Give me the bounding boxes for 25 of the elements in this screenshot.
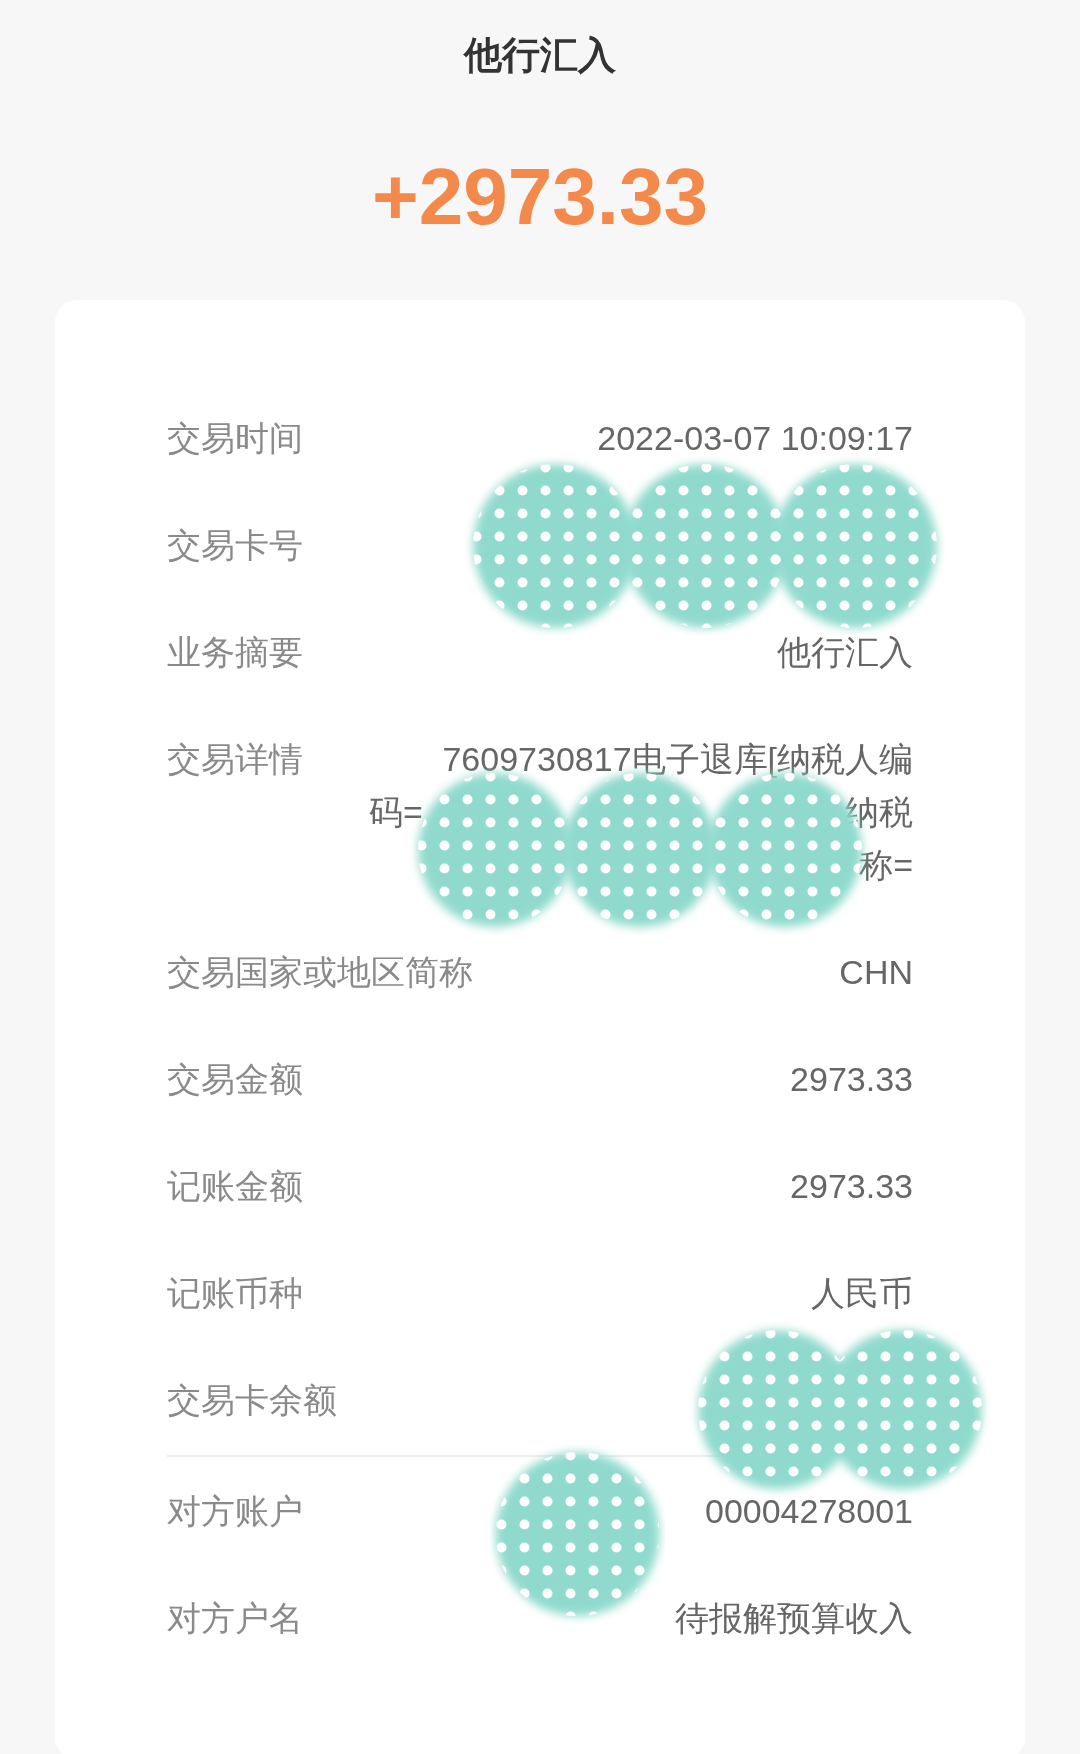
field-value: 2022-03-07 10:09:17 [597, 418, 913, 459]
field-value: 称= [859, 845, 913, 886]
field-label: 业务摘要 [167, 632, 303, 673]
field-value: 00004278001 [705, 1491, 913, 1532]
field-label: 交易卡号 [167, 525, 303, 566]
field-label: 交易国家或地区简称 [167, 952, 473, 993]
field-value: 2973.33 [790, 1059, 913, 1100]
field-value: 人民币 [811, 1273, 913, 1314]
field-label: 记账金额 [167, 1166, 303, 1207]
field-label: 对方账户 [167, 1491, 303, 1532]
field-value: 待报解预算收入 [675, 1598, 913, 1639]
field-value: 码= [369, 792, 423, 833]
field-value: 2973.33 [790, 1166, 913, 1207]
field-value: CHN [839, 952, 913, 993]
field-value: 7609730817电子退库[纳税人编 [442, 739, 913, 780]
field-label: 记账币种 [167, 1273, 303, 1314]
page-title: 他行汇入 [464, 33, 616, 78]
amount-text: +2973.33 [372, 152, 708, 242]
field-label: 交易详情 [167, 739, 303, 780]
field-value: 他行汇入 [777, 632, 913, 673]
field-value: 纳税 [845, 792, 913, 833]
field-label: 对方户名 [167, 1598, 303, 1639]
field-label: 交易时间 [167, 418, 303, 459]
field-label: 交易卡余额 [167, 1380, 337, 1421]
field-label: 交易金额 [167, 1059, 303, 1100]
